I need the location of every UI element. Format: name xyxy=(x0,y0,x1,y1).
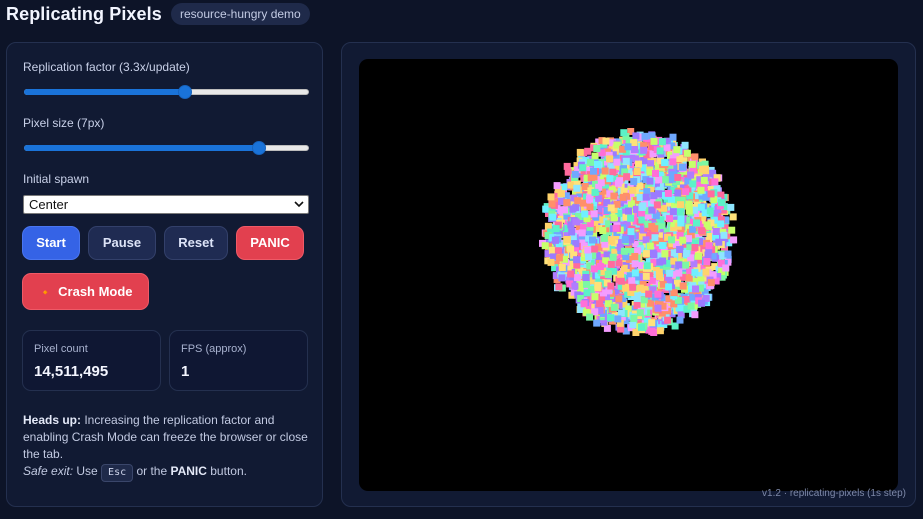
button-word-text: button. xyxy=(206,464,247,478)
controls-panel: Replication factor (3.3x/update) Pixel s… xyxy=(6,42,323,507)
pixel-size-label: Pixel size (7px) xyxy=(23,116,105,130)
top-bar: Replicating Pixels resource-hungry demo xyxy=(0,0,923,34)
pixel-canvas[interactable] xyxy=(359,59,898,491)
warning-note: Heads up: Increasing the replication fac… xyxy=(23,412,315,482)
version-footer: v1.2 · replicating-pixels (1s step) xyxy=(762,488,906,499)
slider-fill xyxy=(24,145,259,151)
heads-up-label: Heads up: xyxy=(23,413,82,427)
slider-fill xyxy=(24,89,185,95)
panic-button[interactable]: PANIC xyxy=(236,226,304,260)
esc-key: Esc xyxy=(101,464,134,482)
pause-button[interactable]: Pause xyxy=(88,226,156,260)
panic-word: PANIC xyxy=(170,464,207,478)
pixel-count-label: Pixel count xyxy=(34,343,88,355)
initial-spawn-label: Initial spawn xyxy=(23,172,90,186)
crash-mode-label: Crash Mode xyxy=(58,284,133,299)
slider-thumb[interactable] xyxy=(178,85,192,99)
replication-factor-label: Replication factor (3.3x/update) xyxy=(23,60,190,74)
pixel-cluster xyxy=(539,128,738,336)
pixel-count-value: 14,511,495 xyxy=(34,363,109,380)
fps-card: FPS (approx) 1 xyxy=(169,330,308,391)
pixel-count-card: Pixel count 14,511,495 xyxy=(22,330,161,391)
app-title: Replicating Pixels xyxy=(6,4,162,24)
canvas-panel: v1.2 · replicating-pixels (1s step) xyxy=(341,42,916,507)
chevron-down-icon xyxy=(294,196,304,219)
reset-button[interactable]: Reset xyxy=(164,226,228,260)
start-button[interactable]: Start xyxy=(22,226,80,260)
use-text: Use xyxy=(73,464,102,478)
fps-label: FPS (approx) xyxy=(181,343,247,355)
demo-tag-badge: resource-hungry demo xyxy=(171,3,310,25)
initial-spawn-select[interactable]: Center xyxy=(23,195,309,214)
pixel-size-slider[interactable] xyxy=(24,139,309,157)
crash-mode-button[interactable]: 🔸 Crash Mode xyxy=(22,273,149,310)
or-the-text: or the xyxy=(133,464,171,478)
replication-factor-slider[interactable] xyxy=(24,83,309,101)
spawn-selected-value: Center xyxy=(29,197,69,212)
safe-exit-label: Safe exit: xyxy=(23,464,74,478)
slider-thumb[interactable] xyxy=(252,141,266,155)
fps-value: 1 xyxy=(181,363,190,380)
crash-icon: 🔸 xyxy=(38,287,53,299)
